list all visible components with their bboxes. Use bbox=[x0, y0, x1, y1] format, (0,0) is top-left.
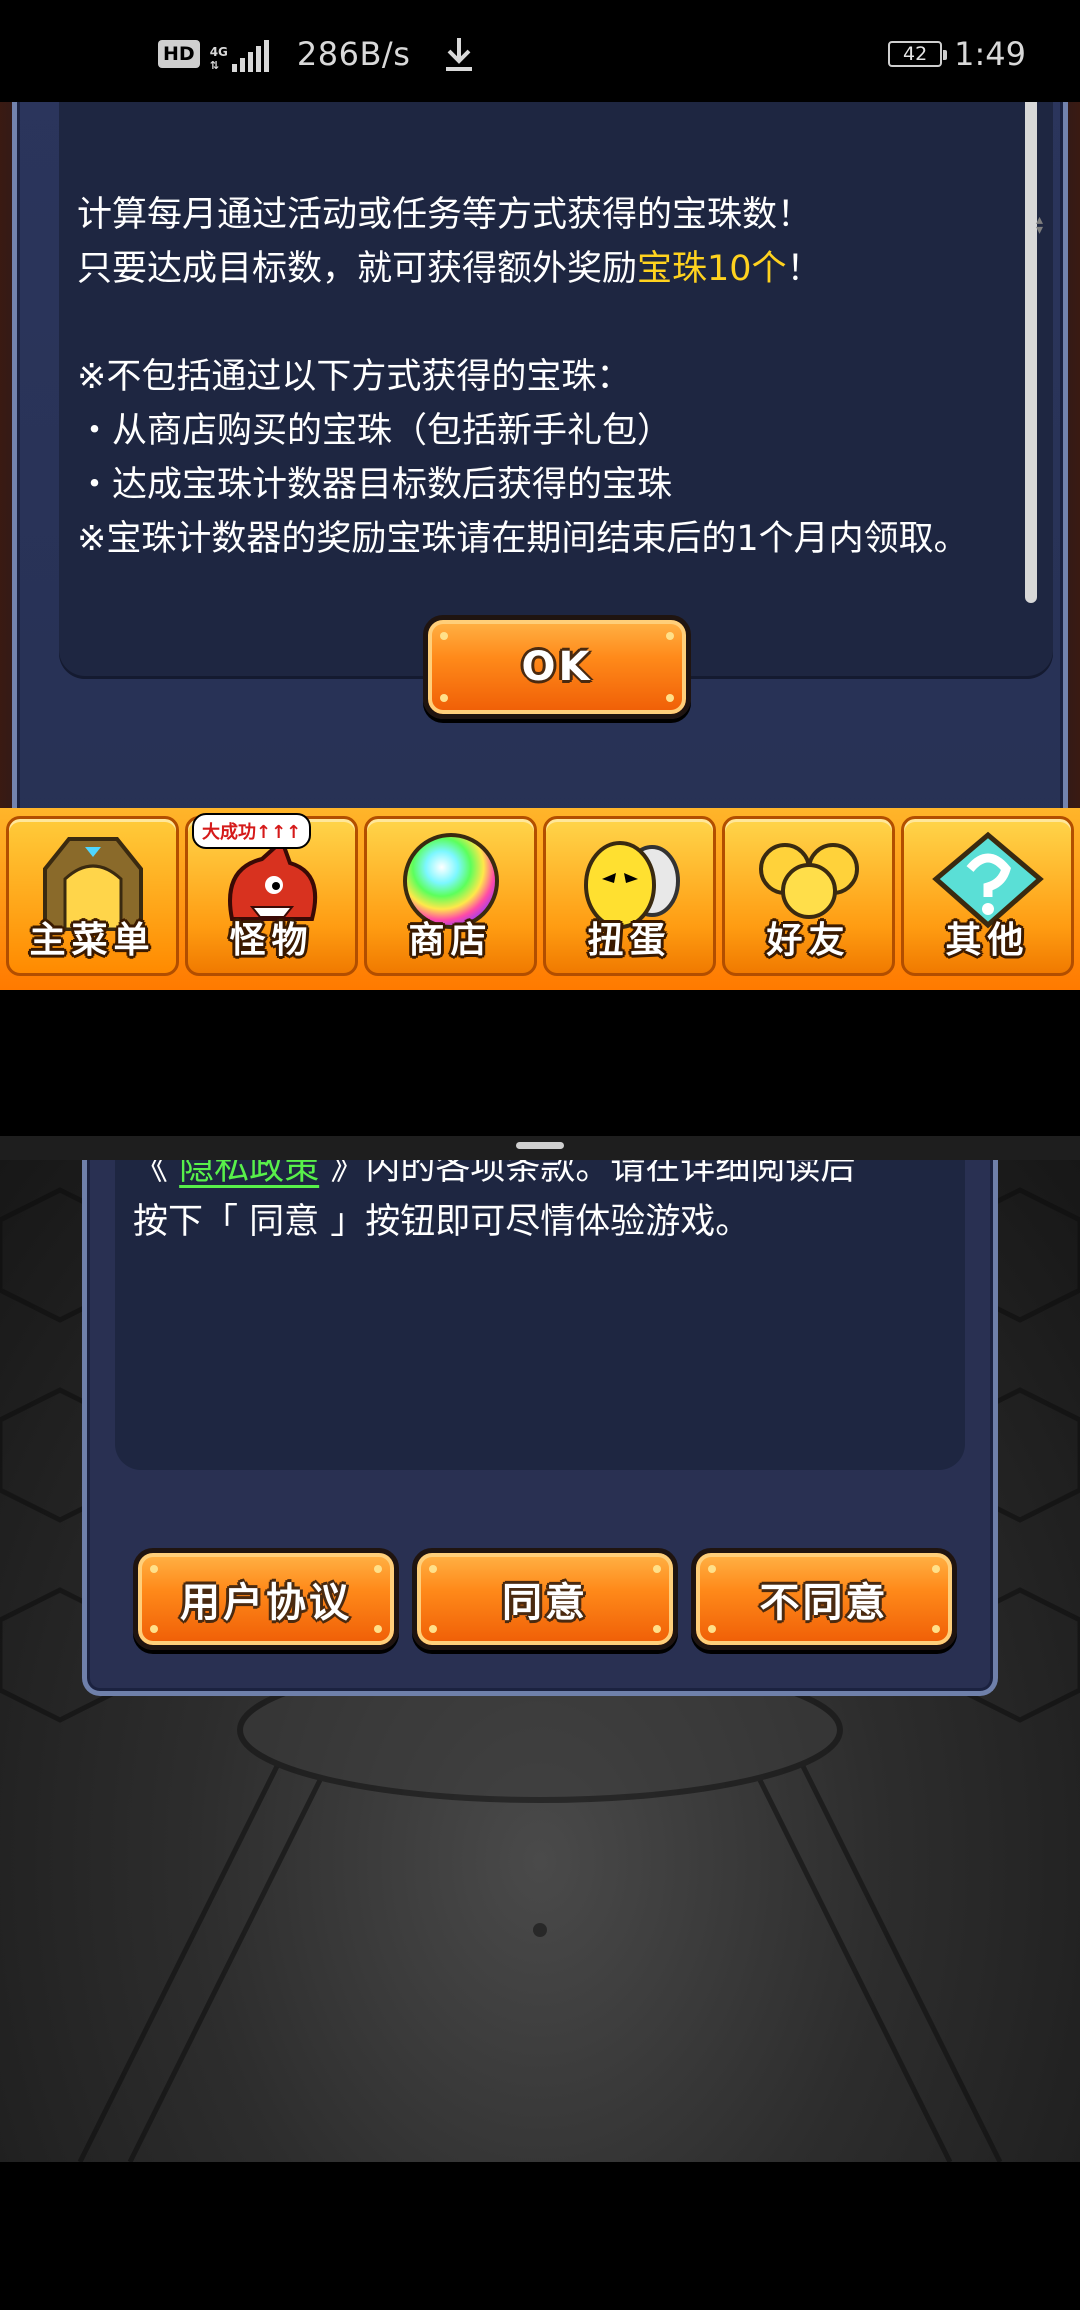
nav-label-main-menu: 主菜单 bbox=[29, 920, 156, 961]
quote-open: 《 bbox=[133, 1160, 169, 1188]
hd-badge: HD bbox=[158, 40, 200, 68]
nav-shop[interactable]: 商店 bbox=[364, 816, 537, 976]
nav-label-monster: 怪物 bbox=[229, 920, 314, 961]
nav-others[interactable]: 其他 bbox=[901, 816, 1074, 976]
scrollbar[interactable] bbox=[1025, 102, 1037, 603]
bottom-black-area bbox=[0, 2162, 1080, 2310]
status-bar: HD 4G ⇅ 286B/s 42 1:49 bbox=[0, 0, 1080, 102]
network-type: 4G bbox=[209, 45, 228, 59]
agree-button[interactable]: 同意 bbox=[412, 1548, 678, 1650]
privacy-dialog: 《 隐私政策 》内的各项条款。请在详细阅读后 按下「 同意 」按钮即可尽情体验游… bbox=[82, 1160, 998, 1696]
info-line-6: ※宝珠计数器的奖励宝珠请在期间结束后的1个月内领取。 bbox=[77, 519, 969, 559]
scroll-grip-icon: ▴ ▾ bbox=[1035, 212, 1043, 238]
privacy-policy-link[interactable]: 隐私政策 bbox=[179, 1160, 319, 1188]
reward-highlight: 宝珠10个 bbox=[637, 249, 787, 289]
privacy-line-2: 按下「 同意 」按钮即可尽情体验游戏。 bbox=[133, 1202, 751, 1242]
data-arrows-icon: ⇅ bbox=[209, 59, 219, 72]
battery-icon: 42 bbox=[888, 41, 948, 67]
split-handle[interactable] bbox=[516, 1142, 564, 1149]
status-left: HD 4G ⇅ 286B/s bbox=[158, 34, 476, 74]
info-dialog: 计算每月通过活动或任务等方式获得的宝珠数！ 只要达成目标数，就可获得额外奖励宝珠… bbox=[12, 102, 1068, 902]
signal-meta: 4G ⇅ bbox=[209, 45, 228, 73]
info-text-panel[interactable]: 计算每月通过活动或任务等方式获得的宝珠数！ 只要达成目标数，就可获得额外奖励宝珠… bbox=[59, 102, 1053, 679]
user-agreement-label: 用户协议 bbox=[180, 1580, 352, 1626]
clock: 1:49 bbox=[954, 35, 1026, 73]
disagree-label: 不同意 bbox=[759, 1580, 889, 1626]
user-agreement-button[interactable]: 用户协议 bbox=[133, 1548, 399, 1650]
ok-button-label: OK bbox=[521, 644, 593, 690]
ok-button[interactable]: OK bbox=[423, 615, 691, 719]
info-line-4: ・从商店购买的宝珠（包括新手礼包） bbox=[77, 411, 673, 451]
battery-level: 42 bbox=[903, 43, 928, 65]
game-nav-bar: 主菜单 大成功↑↑↑ 怪物 商店 扭蛋 好友 其他 bbox=[0, 808, 1080, 990]
nav-friends[interactable]: 好友 bbox=[722, 816, 895, 976]
success-badge: 大成功↑↑↑ bbox=[192, 813, 312, 849]
nav-main-menu[interactable]: 主菜单 bbox=[6, 816, 179, 976]
nav-label-others: 其他 bbox=[945, 920, 1030, 961]
agree-label: 同意 bbox=[502, 1580, 588, 1626]
info-line-3: ※不包括通过以下方式获得的宝珠： bbox=[77, 357, 632, 397]
signal-group: 4G ⇅ bbox=[210, 36, 269, 72]
signal-bars-icon bbox=[231, 40, 269, 72]
split-gap bbox=[0, 990, 1080, 1136]
privacy-line-1-rest: 》内的各项条款。请在详细阅读后 bbox=[330, 1160, 856, 1188]
split-divider[interactable] bbox=[0, 1136, 1080, 1160]
info-line-1: 计算每月通过活动或任务等方式获得的宝珠数！ bbox=[77, 195, 813, 235]
privacy-text-panel[interactable]: 《 隐私政策 》内的各项条款。请在详细阅读后 按下「 同意 」按钮即可尽情体验游… bbox=[115, 1160, 965, 1470]
info-line-5: ・达成宝珠计数器目标数后获得的宝珠 bbox=[77, 465, 673, 505]
nav-label-friends: 好友 bbox=[766, 920, 851, 961]
nav-label-gacha: 扭蛋 bbox=[587, 920, 672, 961]
nav-label-shop: 商店 bbox=[408, 920, 493, 961]
nav-monster[interactable]: 大成功↑↑↑ 怪物 bbox=[185, 813, 358, 976]
screen: HD 4G ⇅ 286B/s 42 1:49 计算每月通过活动或任务等方式获得的… bbox=[0, 0, 1080, 2310]
status-right: 42 1:49 bbox=[888, 34, 1026, 74]
game-window-top: 计算每月通过活动或任务等方式获得的宝珠数！ 只要达成目标数，就可获得额外奖励宝珠… bbox=[0, 102, 1080, 990]
disagree-button[interactable]: 不同意 bbox=[691, 1548, 957, 1650]
download-icon bbox=[446, 38, 473, 71]
game-window-bottom: 《 隐私政策 》内的各项条款。请在详细阅读后 按下「 同意 」按钮即可尽情体验游… bbox=[0, 1160, 1080, 2162]
info-line-2-end: ！ bbox=[786, 249, 822, 289]
info-line-2-text: 只要达成目标数，就可获得额外奖励 bbox=[77, 249, 638, 289]
nav-gacha[interactable]: 扭蛋 bbox=[543, 816, 716, 976]
privacy-line-1: 《 隐私政策 》内的各项条款。请在详细阅读后 bbox=[133, 1160, 855, 1190]
info-line-2: 只要达成目标数，就可获得额外奖励宝珠10个！ bbox=[77, 247, 822, 291]
net-speed: 286B/s bbox=[296, 35, 411, 73]
